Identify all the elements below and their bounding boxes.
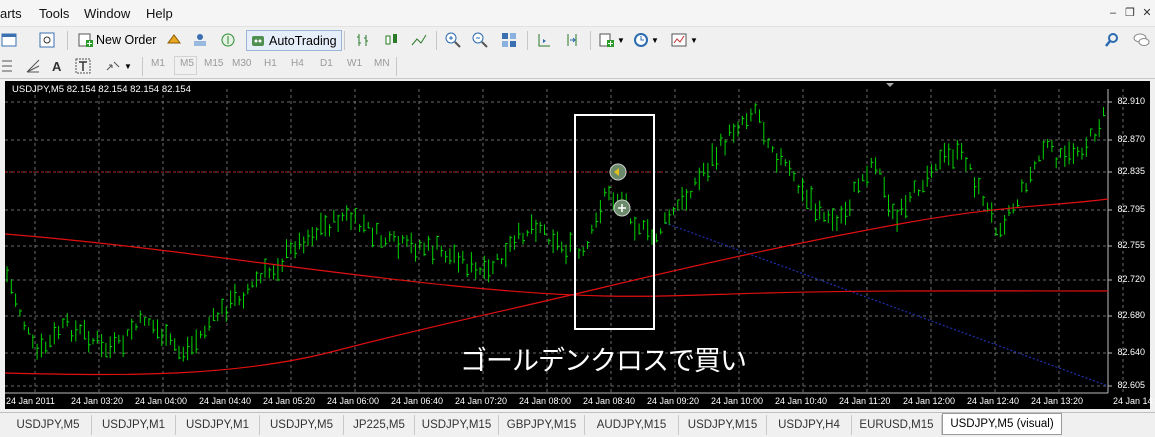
time-label: 24 Jan 12:40: [967, 396, 1020, 406]
arrows-dropdown-icon[interactable]: ▼: [124, 62, 132, 71]
search-icon[interactable]: [1103, 31, 1121, 49]
chart-symbol-header: USDJPY,M5 82.154 82.154 82.154 82.154: [12, 84, 191, 95]
market-watch-icon[interactable]: [165, 31, 183, 49]
timeframe-m1[interactable]: M1: [151, 58, 165, 69]
time-label: 24 Jan 08:00: [519, 396, 572, 406]
golden-cross-annotation: ゴールデンクロスで買い: [460, 346, 747, 377]
periodicity-dropdown-icon[interactable]: ▼: [651, 36, 659, 45]
timeframe-d1[interactable]: D1: [320, 58, 333, 69]
candlestick-icon[interactable]: [382, 31, 400, 49]
menu-charts[interactable]: arts: [0, 6, 22, 21]
time-label: 24 Jan 09:20: [647, 396, 700, 406]
price-label: 82.835: [1117, 166, 1145, 176]
chart-tab[interactable]: USDJPY,M1: [176, 415, 260, 435]
chart-tab[interactable]: USDJPY,M15: [415, 415, 499, 435]
chart-tab[interactable]: EURUSD,M15: [852, 415, 942, 435]
fibo-fan-icon[interactable]: [24, 57, 42, 75]
indicators-icon[interactable]: [598, 31, 616, 49]
chart-tab[interactable]: USDJPY,M1: [92, 415, 176, 435]
time-label: 24 Jan 12:00: [903, 396, 956, 406]
price-label: 82.870: [1117, 134, 1145, 144]
auto-trading-icon: [252, 36, 264, 46]
chart-tab[interactable]: JP225,M5: [344, 415, 415, 435]
time-label: 24 Jan 13:20: [1031, 396, 1084, 406]
menu-help[interactable]: Help: [146, 6, 173, 21]
chart-tab[interactable]: GBPJPY,M15: [499, 415, 585, 435]
menu-bar: arts Tools Window Help – ❐ ✕: [0, 0, 1155, 27]
zoom-out-icon[interactable]: [471, 31, 489, 49]
arrows-icon[interactable]: [104, 57, 122, 75]
new-order-button[interactable]: New Order: [78, 30, 156, 51]
minimize-icon[interactable]: –: [1106, 6, 1120, 20]
zoom-in-icon[interactable]: [444, 31, 462, 49]
time-label: 24 Jan 04:40: [199, 396, 252, 406]
auto-trading-button[interactable]: AutoTrading: [246, 30, 342, 51]
timeframe-w1[interactable]: W1: [347, 58, 362, 69]
chart-tab[interactable]: USDJPY,H4: [767, 415, 852, 435]
chart-tab[interactable]: USDJPY,M5: [260, 415, 344, 435]
timeframe-h4[interactable]: H4: [291, 58, 304, 69]
periodicity-icon[interactable]: [632, 31, 650, 49]
chat-icon[interactable]: [1132, 31, 1150, 49]
bar-chart-icon[interactable]: [354, 31, 372, 49]
chart-tabs: USDJPY,M5 USDJPY,M1 USDJPY,M1 USDJPY,M5 JP22…: [0, 412, 1155, 437]
price-bars: [6, 103, 1106, 362]
time-label: 24 Jan 06:40: [391, 396, 444, 406]
golden-cross-highlight: [574, 114, 655, 330]
timeframe-h1[interactable]: H1: [264, 58, 277, 69]
time-label: 24 Jan 03:20: [71, 396, 124, 406]
tile-windows-icon[interactable]: [500, 31, 518, 49]
price-label: 82.795: [1117, 204, 1145, 214]
time-label: 24 Jan 05:20: [263, 396, 316, 406]
indicators-dropdown-icon[interactable]: ▼: [617, 36, 625, 45]
chart-tab[interactable]: AUDJPY,M15: [585, 415, 679, 435]
new-order-label: New Order: [96, 33, 157, 47]
menu-window[interactable]: Window: [84, 6, 130, 21]
price-label: 82.755: [1117, 240, 1145, 250]
chart-tab[interactable]: USDJPY,M5: [5, 415, 92, 435]
main-toolbar: New Order AutoTrading ▼ ▼ ▼: [0, 27, 1155, 54]
price-label: 82.680: [1117, 310, 1145, 320]
time-label: 24 Jan 06:00: [327, 396, 380, 406]
text-tool-icon[interactable]: A: [52, 59, 61, 74]
time-label: 24 Jan 08:40: [583, 396, 636, 406]
shift-marker-icon: [886, 83, 894, 87]
price-label: 82.720: [1117, 274, 1145, 284]
price-label: 82.605: [1117, 380, 1145, 390]
chart-tab[interactable]: USDJPY,M5 (visual): [942, 413, 1062, 435]
chart-shift-icon[interactable]: [535, 31, 553, 49]
time-label: 24 Jan 04:00: [135, 396, 188, 406]
timeframe-toolbar: A ▼ M1 M5 M15 M30 H1 H4 D1 W1 MN: [0, 54, 1155, 79]
line-chart-icon[interactable]: [410, 31, 428, 49]
restore-icon[interactable]: ❐: [1123, 6, 1137, 20]
price-chart[interactable]: USDJPY,M5 82.154 82.154 82.154 82.154 ゴー…: [5, 81, 1155, 409]
new-order-icon: [78, 33, 93, 47]
menu-tools[interactable]: Tools: [39, 6, 69, 21]
auto-scroll-icon[interactable]: [563, 31, 581, 49]
time-label: 24 Jan 2011: [6, 396, 55, 406]
text-label-icon[interactable]: [74, 57, 92, 75]
slow-moving-average: [5, 233, 1109, 297]
chart-tab[interactable]: USDJPY,M15: [679, 415, 767, 435]
time-label: 24 Jan 14:00: [1113, 396, 1155, 406]
timeframe-mn[interactable]: MN: [374, 58, 390, 69]
fibo-icon[interactable]: [0, 57, 18, 75]
time-label: 24 Jan 10:40: [775, 396, 828, 406]
templates-icon[interactable]: [670, 31, 688, 49]
time-label: 24 Jan 10:00: [711, 396, 764, 406]
zoom-chart-icon[interactable]: [38, 31, 56, 49]
price-label: 82.640: [1117, 347, 1145, 357]
close-icon[interactable]: ✕: [1140, 6, 1154, 20]
signal-icon[interactable]: [219, 31, 237, 49]
time-label: 24 Jan 11:20: [839, 396, 891, 406]
timeframe-m30[interactable]: M30: [232, 58, 251, 69]
chart-window-icon[interactable]: [0, 31, 18, 49]
price-label: 82.910: [1117, 96, 1145, 106]
timeframe-m15[interactable]: M15: [204, 58, 223, 69]
time-label: 24 Jan 07:20: [455, 396, 508, 406]
templates-dropdown-icon[interactable]: ▼: [690, 36, 698, 45]
data-window-icon[interactable]: [191, 31, 209, 49]
auto-trading-label: AutoTrading: [269, 34, 337, 48]
timeframe-m5[interactable]: M5: [180, 58, 194, 69]
